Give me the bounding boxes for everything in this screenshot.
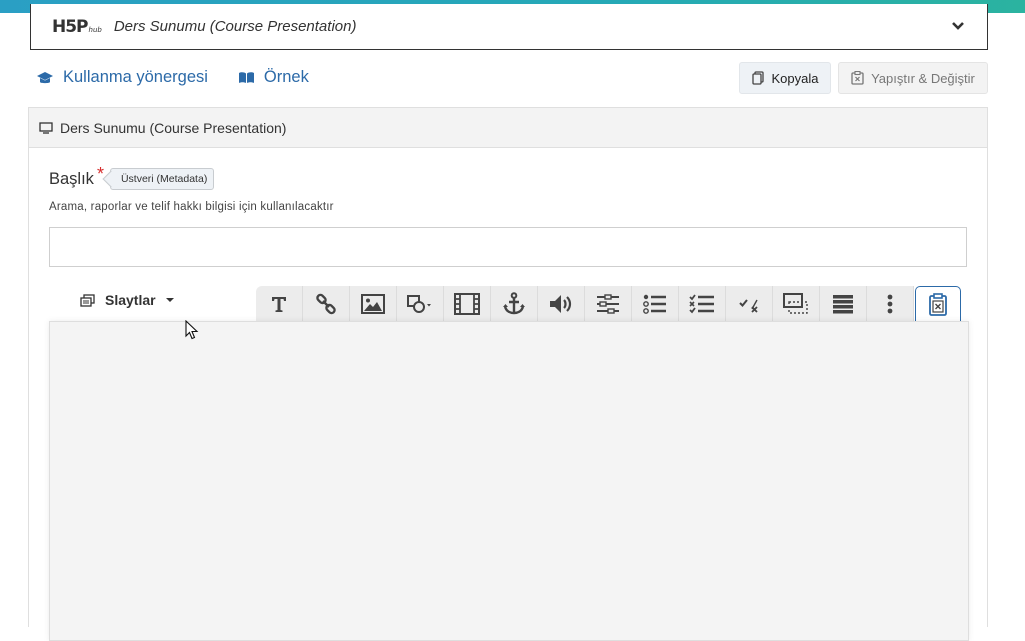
metadata-button-label: Üstveri (Metadata): [120, 173, 208, 185]
monitor-icon: [39, 121, 53, 134]
content-type-title: Ders Sunumu (Course Presentation): [113, 18, 357, 35]
slide-canvas[interactable]: [49, 321, 969, 641]
example-link[interactable]: Örnek: [238, 68, 309, 87]
fill-blanks-icon: [597, 294, 619, 314]
tutorial-link-label: Kullanma yönergesi: [63, 68, 208, 86]
example-link-label: Örnek: [263, 68, 309, 86]
title-field-description: Arama, raporlar ve telif hakkı bilgisi i…: [49, 201, 334, 213]
paste-tool-button[interactable]: [915, 286, 961, 322]
more-icon: [887, 294, 893, 314]
panel-header[interactable]: Ders Sunumu (Course Presentation): [29, 108, 987, 148]
copy-icon: [751, 71, 764, 85]
multiple-choice-tool-button[interactable]: [679, 286, 726, 322]
slides-menu[interactable]: Slaytlar: [80, 292, 174, 308]
single-choice-tool-button[interactable]: [632, 286, 679, 322]
multiple-choice-icon: [689, 294, 714, 314]
h5p-hub-logo: H5P hub: [52, 16, 102, 37]
content-toolbar: [256, 286, 961, 322]
video-icon: [454, 293, 480, 315]
copy-button[interactable]: Kopyala: [739, 62, 831, 94]
slides-icon: [80, 293, 95, 307]
graduation-cap-icon: [37, 71, 53, 83]
title-field-label: Başlık: [49, 169, 94, 188]
shapes-icon: [407, 295, 431, 313]
text-tool-button[interactable]: [256, 286, 303, 322]
image-icon: [361, 294, 385, 314]
open-book-icon: [238, 72, 254, 83]
clipboard-icon: [851, 71, 864, 85]
paste-icon: [929, 292, 947, 316]
summary-icon: [833, 295, 853, 314]
panel-header-title: Ders Sunumu (Course Presentation): [60, 119, 287, 136]
paste-replace-button[interactable]: Yapıştır & Değiştir: [838, 62, 988, 94]
title-input[interactable]: [49, 227, 967, 267]
chevron-down-icon[interactable]: [951, 19, 965, 33]
metadata-button[interactable]: Üstveri (Metadata): [109, 168, 215, 190]
copy-button-label: Kopyala: [771, 70, 819, 86]
single-choice-icon: [643, 294, 666, 314]
mouse-cursor-icon: [185, 320, 199, 340]
video-tool-button[interactable]: [444, 286, 491, 322]
more-tools-button[interactable]: [867, 286, 914, 322]
caret-down-icon: [165, 298, 174, 302]
anchor-icon: [503, 292, 525, 315]
editor-panel: Ders Sunumu (Course Presentation) Başlık…: [28, 107, 988, 641]
required-mark: *: [96, 163, 104, 184]
anchor-tool-button[interactable]: [491, 286, 538, 322]
true-false-icon: [739, 299, 758, 313]
image-tool-button[interactable]: [350, 286, 397, 322]
text-icon: [272, 297, 286, 312]
paste-replace-label: Yapıştır & Değiştir: [871, 70, 975, 86]
drag-text-icon: [783, 293, 808, 314]
tutorial-link[interactable]: Kullanma yönergesi: [36, 68, 208, 87]
audio-icon: [550, 295, 572, 313]
content-type-selector[interactable]: H5P hub Ders Sunumu (Course Presentation): [30, 4, 988, 50]
drag-text-tool-button[interactable]: [773, 286, 820, 322]
link-icon: [316, 293, 336, 315]
true-false-tool-button[interactable]: [726, 286, 773, 322]
fill-blanks-tool-button[interactable]: [585, 286, 632, 322]
audio-tool-button[interactable]: [538, 286, 585, 322]
summary-tool-button[interactable]: [820, 286, 867, 322]
link-tool-button[interactable]: [303, 286, 350, 322]
shapes-tool-button[interactable]: [397, 286, 444, 322]
slides-menu-label: Slaytlar: [105, 292, 156, 308]
